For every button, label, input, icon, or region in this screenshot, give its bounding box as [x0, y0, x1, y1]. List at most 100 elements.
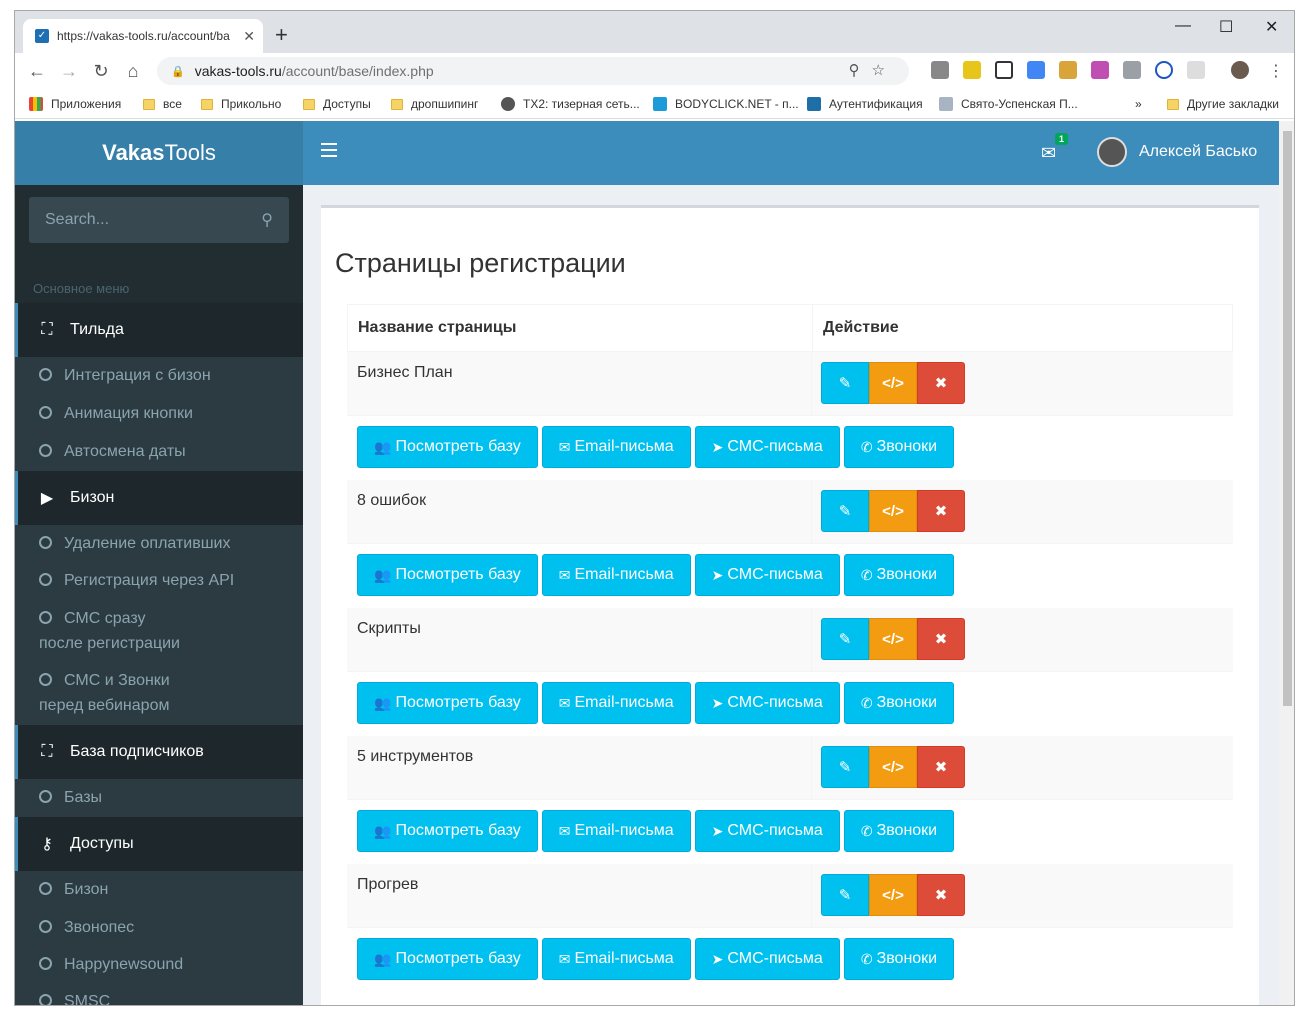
sms-button[interactable]: ➤ СМС-письма — [694, 810, 840, 852]
scrollbar-thumb[interactable] — [1283, 131, 1292, 706]
calls-button[interactable]: ✆ Звоноки — [843, 938, 955, 980]
maximize-icon[interactable]: ☐ — [1219, 17, 1233, 37]
code-button[interactable]: </> — [869, 874, 917, 916]
bookmark-link[interactable]: Свято-Успенская П... — [939, 97, 1078, 111]
calls-button[interactable]: ✆ Звоноки — [843, 426, 955, 468]
envelope-icon[interactable]: ✉ — [1041, 143, 1056, 164]
close-window-icon[interactable]: ✕ — [1265, 17, 1278, 37]
search-icon[interactable]: ⚲ — [261, 210, 273, 230]
forward-icon[interactable]: → — [53, 61, 85, 82]
color-extension-icon[interactable] — [1091, 61, 1109, 79]
info-extension-icon[interactable] — [1187, 61, 1205, 79]
email-button[interactable]: ✉ Email-письма — [541, 426, 691, 468]
reload-icon[interactable]: ↻ — [85, 61, 117, 82]
sidebar-item[interactable]: Автосмена даты — [39, 439, 186, 464]
sidebar-toggle-icon[interactable] — [321, 143, 337, 157]
sidebar-item[interactable]: Базы — [39, 785, 102, 810]
home-icon[interactable]: ⌂ — [117, 61, 149, 82]
code-button[interactable]: </> — [869, 490, 917, 532]
bookmark-folder[interactable]: дропшипинг — [391, 97, 478, 111]
screenshot-extension-icon[interactable] — [995, 61, 1013, 79]
folder-icon — [143, 98, 155, 110]
bookmark-folder[interactable]: Доступы — [303, 97, 371, 111]
sidebar-section-bizon[interactable]: ▶ Бизон — [15, 471, 303, 525]
delete-button[interactable]: ✖ — [917, 618, 965, 660]
sidebar-section-access[interactable]: ⚷ Доступы — [15, 817, 303, 871]
code-extension-icon[interactable] — [1123, 61, 1141, 79]
user-name[interactable]: Алексей Басько — [1139, 143, 1257, 161]
browser-tab[interactable]: ✓ https://vakas-tools.ru/account/ba ✕ — [23, 19, 263, 53]
bookmark-link[interactable]: Аутентификация — [807, 97, 923, 111]
calls-button[interactable]: ✆ Звоноки — [843, 810, 955, 852]
code-button[interactable]: </> — [869, 618, 917, 660]
email-button[interactable]: ✉ Email-письма — [541, 682, 691, 724]
delete-button[interactable]: ✖ — [917, 746, 965, 788]
sms-button[interactable]: ➤ СМС-письма — [694, 554, 840, 596]
bookmark-apps[interactable]: Приложения — [29, 97, 121, 111]
sidebar-item[interactable]: СМС сразу после регистрации — [39, 606, 180, 656]
edit-button[interactable]: ✎ — [821, 618, 869, 660]
sidebar-section-subscribers[interactable]: ⛶ База подписчиков — [15, 725, 303, 779]
code-button[interactable]: </> — [869, 746, 917, 788]
sidebar-section-tilda[interactable]: ⛶ Тильда — [15, 303, 303, 357]
bookmark-link[interactable]: BODYCLICK.NET - п... — [653, 97, 799, 111]
bookmark-folder[interactable]: Прикольно — [201, 97, 281, 111]
email-button[interactable]: ✉ Email-письма — [541, 554, 691, 596]
edit-button[interactable]: ✎ — [821, 746, 869, 788]
tab-close-icon[interactable]: ✕ — [243, 28, 255, 45]
view-base-button[interactable]: 👥 Посмотреть базу — [357, 682, 538, 724]
menu-dots-icon[interactable]: ⋮ — [1267, 61, 1285, 80]
search-input[interactable]: Search... ⚲ — [29, 197, 289, 243]
address-bar[interactable]: 🔒 vakas-tools.ru/account/base/index.php … — [157, 57, 909, 85]
folder-icon — [391, 98, 403, 110]
view-base-button[interactable]: 👥 Посмотреть базу — [357, 938, 538, 980]
sidebar-item[interactable]: Happynewsound — [39, 952, 183, 977]
bookmark-link[interactable]: TX2: тизерная сеть... — [501, 97, 640, 111]
sidebar-item[interactable]: Интеграция с бизон — [39, 363, 211, 388]
lock-icon: 🔒 — [171, 65, 185, 78]
translate-extension-icon[interactable] — [1027, 61, 1045, 79]
sidebar-item[interactable]: Регистрация через API — [39, 568, 234, 593]
bookmark-folder[interactable]: все — [143, 97, 182, 111]
zoom-star-icons[interactable]: ⚲☆ — [849, 61, 897, 79]
email-button[interactable]: ✉ Email-письма — [541, 938, 691, 980]
delete-button[interactable]: ✖ — [917, 362, 965, 404]
calls-button[interactable]: ✆ Звоноки — [843, 554, 955, 596]
new-tab-icon[interactable]: + — [275, 23, 288, 47]
edit-button[interactable]: ✎ — [821, 490, 869, 532]
view-base-button[interactable]: 👥 Посмотреть базу — [357, 426, 538, 468]
vertical-scrollbar[interactable] — [1279, 121, 1294, 1005]
sidebar-item[interactable]: Звонопес — [39, 915, 134, 940]
sidebar-item[interactable]: Удаление оплативших — [39, 531, 230, 556]
back-icon[interactable]: ← — [21, 61, 53, 82]
edit-button[interactable]: ✎ — [821, 362, 869, 404]
notes-extension-icon[interactable] — [1059, 61, 1077, 79]
code-button[interactable]: </> — [869, 362, 917, 404]
flag-extension-icon[interactable] — [963, 61, 981, 79]
bookmark-folder-other[interactable]: Другие закладки — [1167, 97, 1279, 111]
sms-button[interactable]: ➤ СМС-письма — [694, 938, 840, 980]
delete-button[interactable]: ✖ — [917, 490, 965, 532]
sidebar-item-label: Бизон — [64, 881, 109, 898]
sidebar-item[interactable]: SMSC — [39, 989, 110, 1005]
view-base-button[interactable]: 👥 Посмотреть базу — [357, 810, 538, 852]
camera-extension-icon[interactable] — [931, 61, 949, 79]
sms-button[interactable]: ➤ СМС-письма — [694, 426, 840, 468]
sms-button[interactable]: ➤ СМС-письма — [694, 682, 840, 724]
sidebar-item[interactable]: Анимация кнопки — [39, 401, 193, 426]
circle-icon — [39, 957, 52, 970]
email-button[interactable]: ✉ Email-письма — [541, 810, 691, 852]
minimize-icon[interactable]: — — [1175, 17, 1191, 35]
calls-button[interactable]: ✆ Звоноки — [843, 682, 955, 724]
delete-button[interactable]: ✖ — [917, 874, 965, 916]
edit-button[interactable]: ✎ — [821, 874, 869, 916]
site-logo[interactable]: VakasTools — [15, 121, 303, 185]
view-base-button[interactable]: 👥 Посмотреть базу — [357, 554, 538, 596]
profile-avatar[interactable] — [1231, 61, 1249, 79]
sidebar-item[interactable]: Бизон — [39, 877, 108, 902]
bookmarks-overflow-icon[interactable]: » — [1135, 97, 1142, 111]
column-header-name: Название страницы — [358, 319, 517, 336]
user-avatar[interactable] — [1097, 137, 1127, 167]
search-extension-icon[interactable] — [1155, 61, 1173, 79]
sidebar-item[interactable]: СМС и Звонки перед вебинаром — [39, 668, 170, 718]
